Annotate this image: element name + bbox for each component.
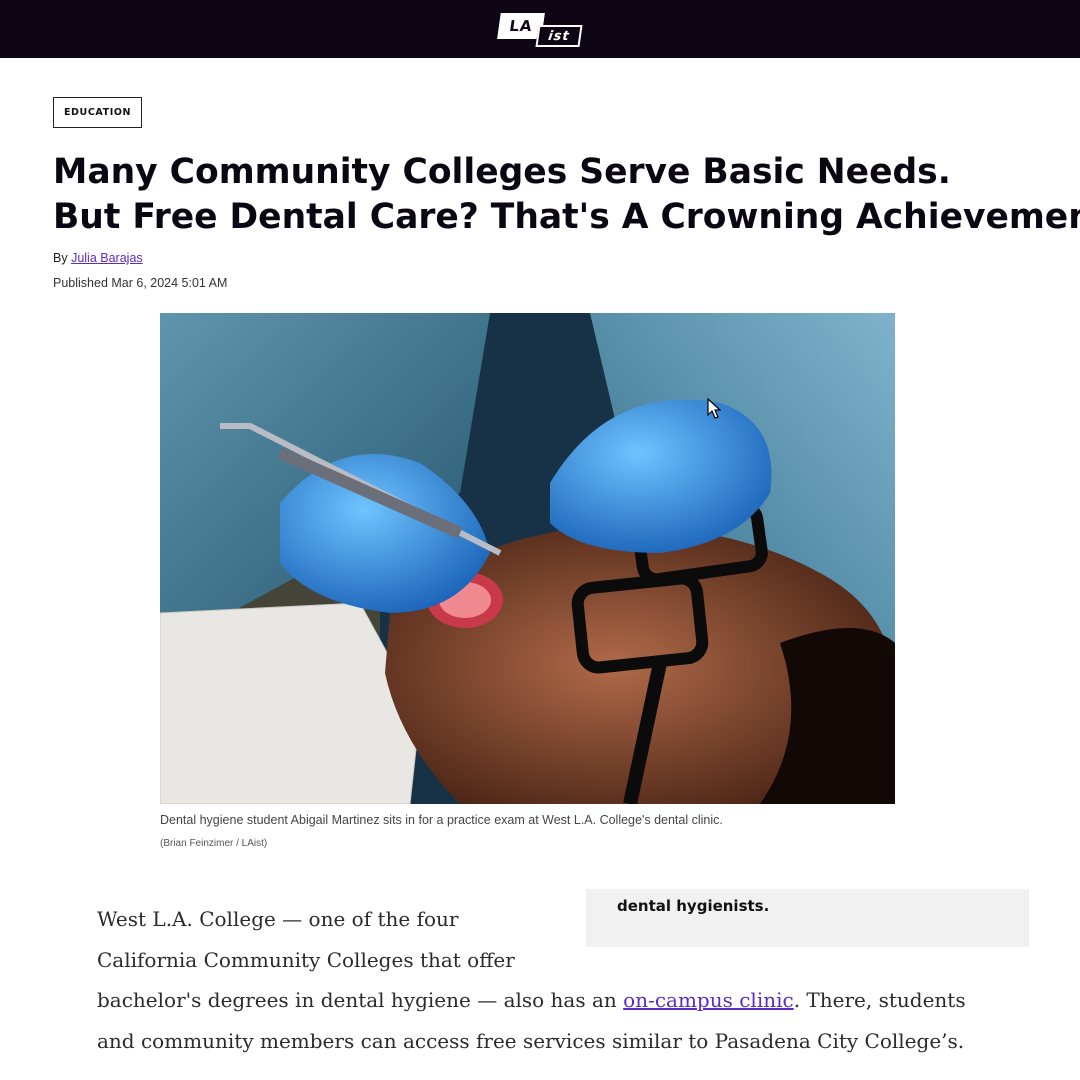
related-pullout-box[interactable]: dental hygienists. xyxy=(586,889,1029,947)
body-line-4: and community members can access free se… xyxy=(97,1029,965,1053)
body-line-1: West L.A. College — one of the four xyxy=(97,907,459,931)
headline-line-1: Many Community Colleges Serve Basic Need… xyxy=(53,152,951,192)
mouse-cursor-icon xyxy=(707,398,721,419)
byline: By Julia Barajas xyxy=(53,251,143,265)
image-caption: Dental hygiene student Abigail Martinez … xyxy=(160,813,723,827)
laist-logo[interactable]: LA ist xyxy=(497,11,583,47)
headline-line-2: But Free Dental Care? That's A Crowning … xyxy=(53,197,1080,237)
site-header: LA ist xyxy=(0,0,1080,58)
image-credit: (Brian Feinzimer / LAist) xyxy=(160,838,268,849)
body-text: . There, students xyxy=(793,988,966,1012)
article-hero-image xyxy=(160,313,895,804)
dental-exam-photo xyxy=(160,313,895,804)
byline-prefix: By xyxy=(53,251,68,265)
body-line-2: California Community Colleges that offer xyxy=(97,948,515,972)
pullout-text: dental hygienists. xyxy=(617,897,770,915)
logo-ist: ist xyxy=(535,25,583,47)
category-tag[interactable]: EDUCATION xyxy=(53,97,142,128)
author-link[interactable]: Julia Barajas xyxy=(71,251,143,265)
body-line-3: bachelor's degrees in dental hygiene — a… xyxy=(97,988,966,1012)
body-text: bachelor's degrees in dental hygiene — a… xyxy=(97,988,624,1012)
article-headline: Many Community Colleges Serve Basic Need… xyxy=(53,150,1080,240)
on-campus-clinic-link[interactable]: on-campus clinic xyxy=(623,988,794,1012)
published-date: Published Mar 6, 2024 5:01 AM xyxy=(53,276,228,290)
